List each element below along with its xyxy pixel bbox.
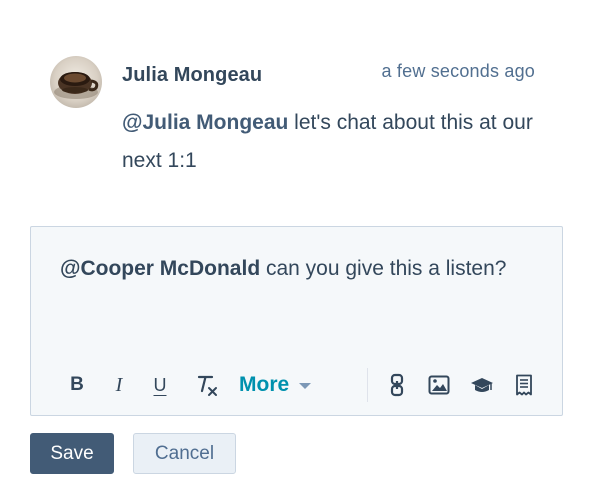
coffee-cup-icon (54, 72, 99, 99)
insert-link-button[interactable] (387, 367, 407, 403)
comment-timestamp: a few seconds ago (381, 61, 535, 81)
insert-video-button[interactable] (469, 367, 495, 403)
editor-text: can you give this a listen? (260, 257, 507, 280)
underline-button[interactable]: U (149, 367, 171, 403)
save-button[interactable]: Save (30, 433, 114, 474)
image-icon (428, 375, 450, 395)
comment-editor[interactable]: @Cooper McDonald can you give this a lis… (30, 226, 563, 416)
italic-icon: I (115, 373, 123, 396)
more-dropdown[interactable]: More (239, 367, 331, 403)
link-icon (390, 373, 404, 397)
toolbar-divider (367, 368, 368, 402)
editor-mention[interactable]: @Cooper McDonald (60, 257, 260, 280)
caret-down-icon (299, 383, 312, 389)
graduation-cap-icon (471, 378, 493, 392)
clear-format-button[interactable] (193, 367, 221, 403)
insert-snippet-button[interactable] (513, 367, 535, 403)
italic-button[interactable]: I (109, 367, 129, 403)
snippet-icon (516, 374, 532, 396)
formatting-toolbar: B I U More (59, 367, 549, 403)
clear-format-icon (197, 375, 217, 396)
comment-item: Julia Mongeau a few seconds ago @Julia M… (50, 56, 550, 186)
bold-button[interactable]: B (67, 367, 87, 403)
more-label: More (239, 373, 290, 396)
comment-mention[interactable]: @Julia Mongeau (122, 111, 288, 134)
comment-author[interactable]: Julia Mongeau (122, 64, 262, 87)
cancel-button[interactable]: Cancel (133, 433, 236, 474)
editor-content[interactable]: @Cooper McDonald can you give this a lis… (60, 250, 530, 288)
underline-icon: U (153, 374, 167, 395)
avatar[interactable] (50, 56, 102, 108)
comment-body: @Julia Mongeau let's chat about this at … (122, 104, 542, 180)
bold-icon: B (70, 374, 84, 395)
insert-image-button[interactable] (427, 367, 451, 403)
